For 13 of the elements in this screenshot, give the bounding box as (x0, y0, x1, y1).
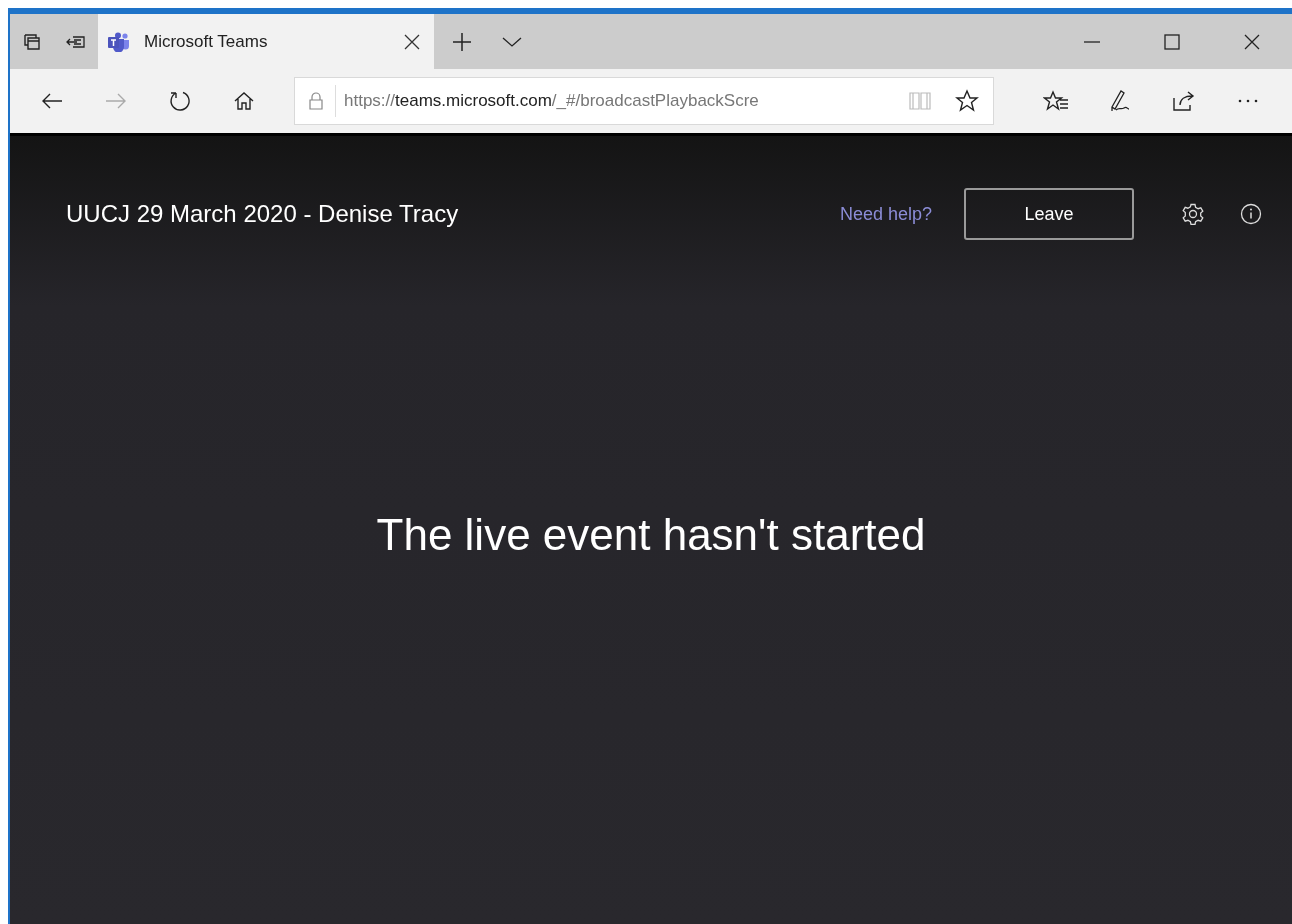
teams-logo-icon (108, 31, 130, 52)
info-icon[interactable] (1240, 203, 1262, 225)
status-message: The live event hasn't started (376, 510, 926, 561)
lock-icon (309, 92, 323, 110)
star-icon[interactable] (955, 89, 979, 113)
leave-button[interactable]: Leave (964, 188, 1134, 240)
address-bar[interactable]: https://teams.microsoft.com/_#/broadcastPlaybackScre (294, 77, 994, 125)
event-title: UUCJ 29 March 2020 - Denise Tracy (66, 200, 459, 228)
settings-icon[interactable] (1182, 203, 1204, 225)
browser-tab[interactable]: Microsoft Teams (98, 14, 434, 69)
url-text: https://teams.microsoft.com/_#/broadcastPlaybackScre (344, 91, 760, 111)
help-link[interactable]: Need help? (839, 203, 932, 225)
close-tab-icon[interactable] (404, 33, 420, 50)
